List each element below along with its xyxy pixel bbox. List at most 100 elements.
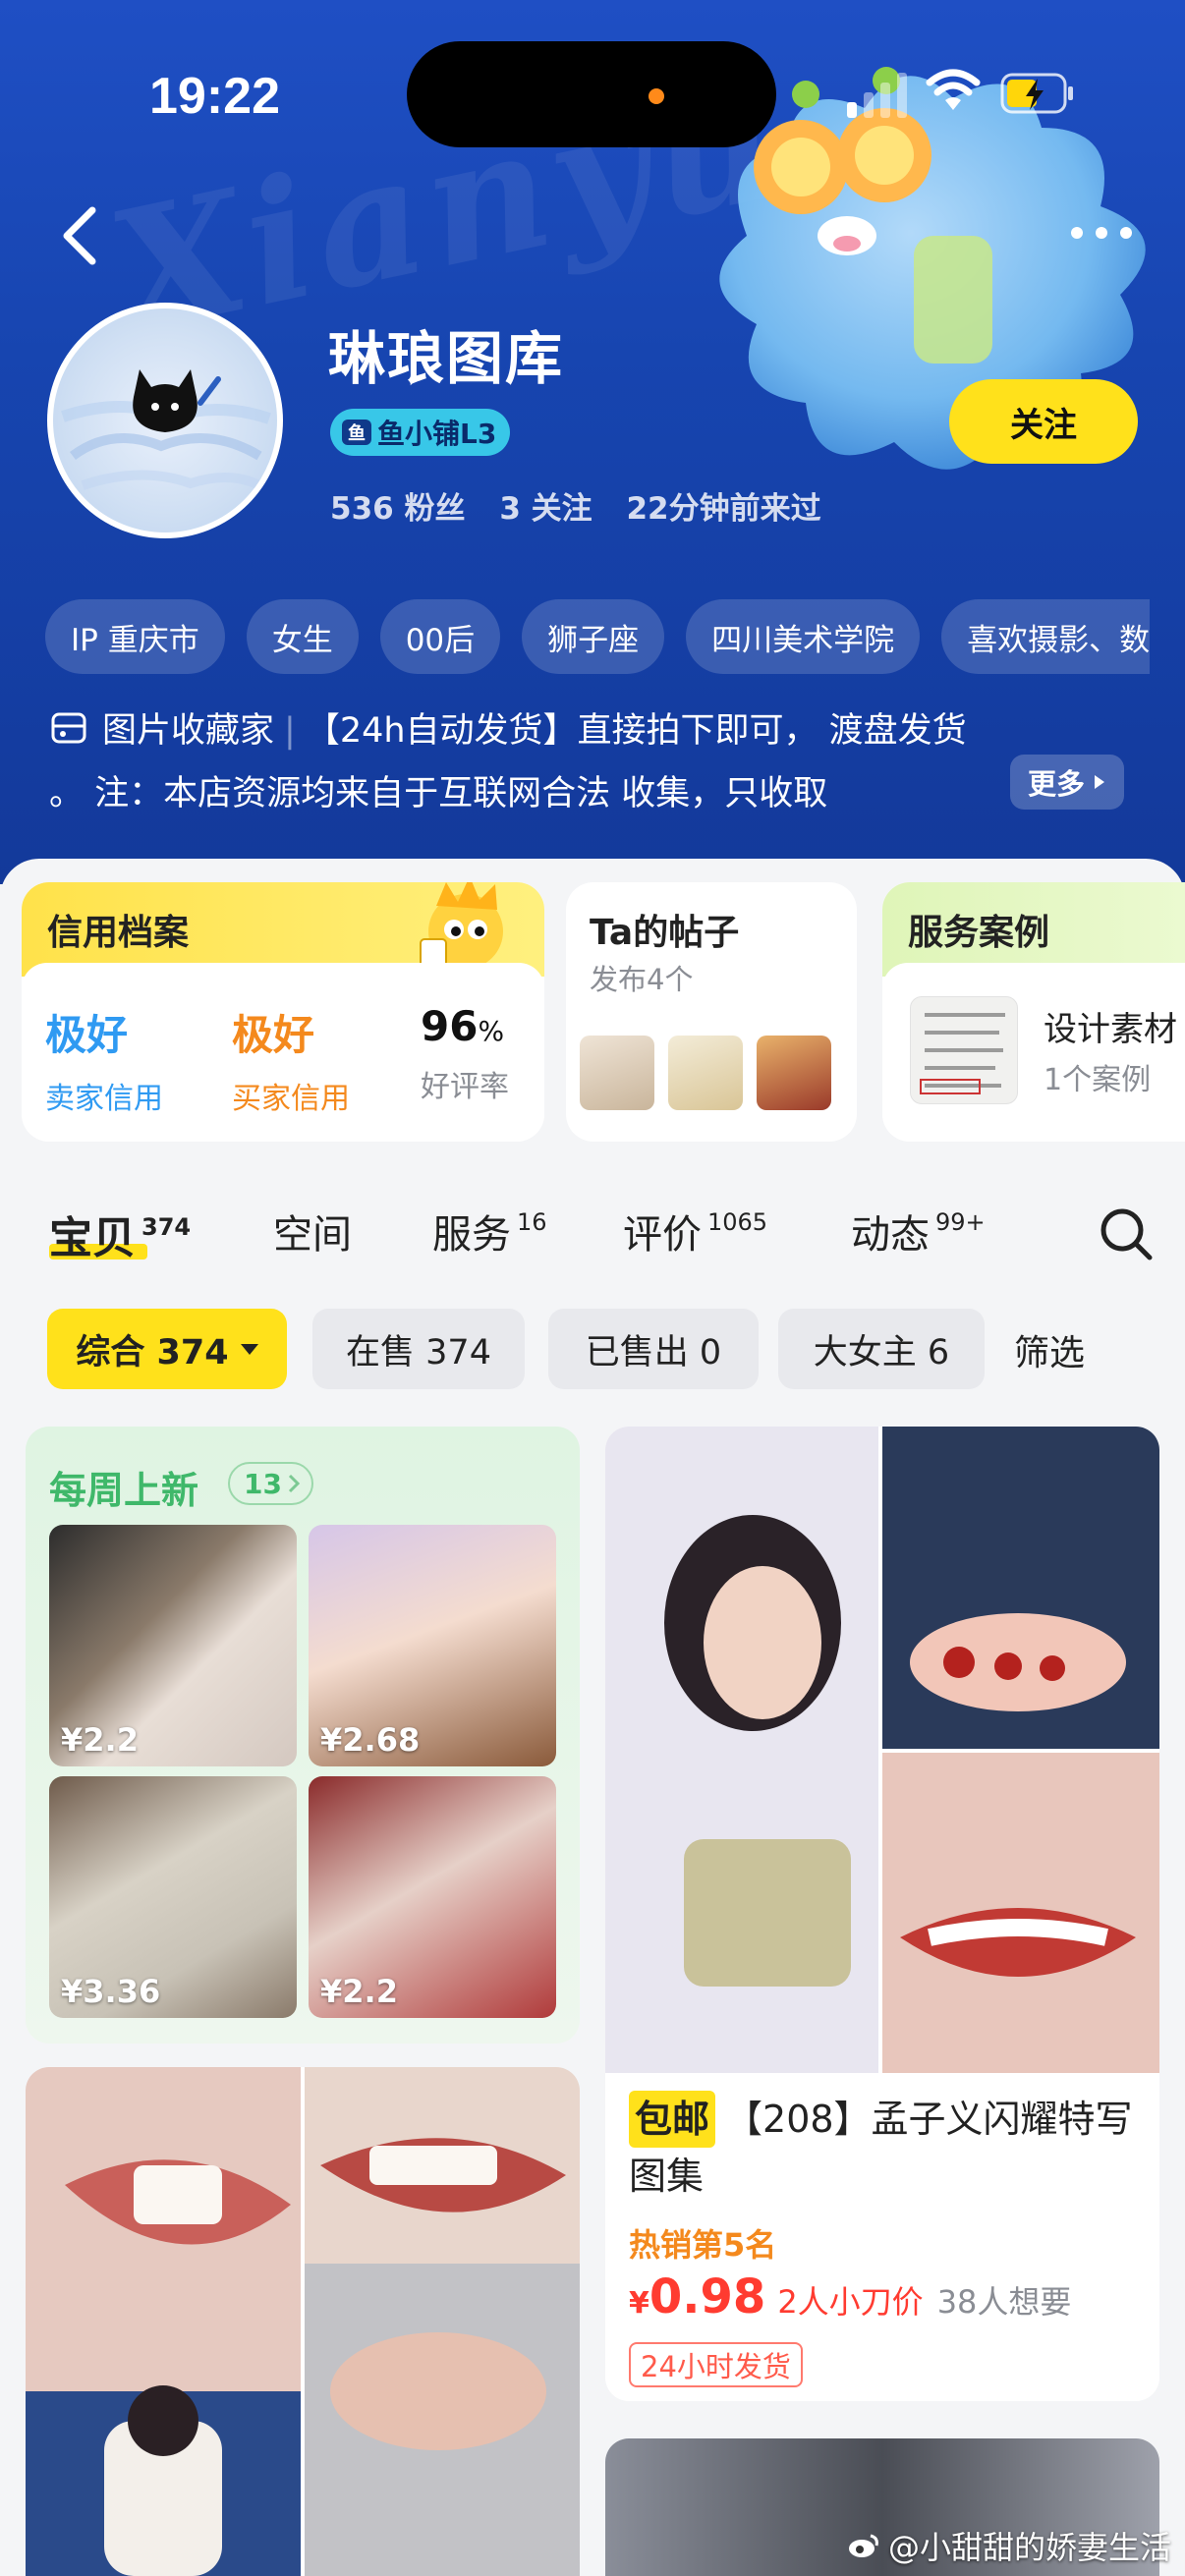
shipping-badge: 24小时发货 bbox=[629, 2342, 803, 2387]
filter-chip-sold[interactable]: 已售出 0 bbox=[548, 1309, 759, 1389]
weekly-count-badge[interactable]: 13 bbox=[228, 1462, 313, 1505]
document-icon bbox=[920, 1013, 1005, 1094]
last-visit: 22分钟前来过 bbox=[626, 491, 821, 527]
filter-button[interactable]: 筛选 bbox=[1014, 1324, 1085, 1375]
case-title: 服务案例 bbox=[908, 913, 1050, 953]
weekly-item[interactable]: ¥3.36 bbox=[49, 1776, 297, 2018]
following-count[interactable]: 3 关注 bbox=[499, 491, 592, 527]
intro-title: 图片收藏家 bbox=[102, 711, 275, 751]
shop-stats: 536 粉丝 3 关注 22分钟前来过 bbox=[330, 483, 845, 528]
item-price: ¥2.2 bbox=[320, 1973, 398, 2010]
hot-rank: 热销第5名 bbox=[629, 2226, 777, 2264]
product-image bbox=[605, 1427, 1159, 2073]
tag-hobby: 喜欢摄影、数 bbox=[941, 599, 1151, 674]
level-label: 鱼小铺L3 bbox=[377, 418, 497, 450]
tag-ip: IP 重庆市 bbox=[45, 599, 225, 674]
weibo-watermark: @小甜甜的娇妻生活 bbox=[847, 2523, 1171, 2568]
case-thumbnail bbox=[910, 996, 1018, 1104]
intro-text-1: 【24h自动发货】直接拍下即可， 渡盘发货 bbox=[305, 711, 967, 751]
tag-gender: 女生 bbox=[246, 599, 359, 674]
dynamic-island bbox=[407, 41, 776, 147]
more-label: 更多 bbox=[1028, 767, 1086, 801]
seller-credit-value: 极好 bbox=[45, 1011, 129, 1059]
tab-items[interactable]: 宝贝 374 bbox=[49, 1203, 191, 1265]
weekly-title: 每周上新 bbox=[49, 1469, 199, 1512]
rating-unit: % bbox=[478, 1015, 505, 1047]
buyer-credit: 极好 买家信用 bbox=[232, 1002, 350, 1117]
item-price: ¥2.2 bbox=[61, 1721, 139, 1759]
want-count: 38人想要 bbox=[936, 2283, 1072, 2321]
follow-button[interactable]: 关注 bbox=[949, 379, 1138, 464]
mascot-peek-icon bbox=[420, 882, 503, 970]
weibo-logo-icon bbox=[849, 2534, 878, 2557]
status-time: 19:22 bbox=[149, 68, 280, 125]
bargain-label: 2人小刀价 bbox=[777, 2283, 924, 2321]
profile-tags: IP 重庆市 女生 00后 狮子座 四川美术学院 喜欢摄影、数 bbox=[45, 599, 1185, 674]
case-item-count: 1个案例 bbox=[1044, 1063, 1152, 1097]
info-cards-row: 信用档案 极好 卖家信用 极好 买家信用 96% 好评率 Ta的帖子 发布4个 bbox=[22, 882, 1185, 1144]
weekly-new-card[interactable]: 每周上新 13 ¥2.2 ¥2.68 ¥3.36 ¥2.2 bbox=[26, 1427, 580, 2044]
shop-header: Xianyu 19:22 琳琅图库 鱼 鱼小铺L3 536 粉丝 3 关注 22… bbox=[0, 0, 1185, 884]
intro-line-1: 图片收藏家 | 【24h自动发货】直接拍下即可， 渡盘发货 bbox=[49, 700, 1140, 762]
more-dots-icon[interactable] bbox=[1067, 218, 1136, 248]
seller-credit-label: 卖家信用 bbox=[45, 1082, 163, 1116]
filter-chip-category[interactable]: 大女主 6 bbox=[778, 1309, 985, 1389]
buyer-credit-value: 极好 bbox=[232, 1011, 315, 1059]
product-card[interactable]: 包邮 【208】孟子义闪耀特写图集 热销第5名 ¥0.98 2人小刀价 38人想要 2… bbox=[605, 1427, 1159, 2401]
credit-card[interactable]: 信用档案 极好 卖家信用 极好 买家信用 96% 好评率 bbox=[22, 882, 544, 1142]
triangle-right-icon bbox=[1095, 775, 1105, 789]
rating-value: 96 bbox=[421, 1002, 479, 1050]
status-bar: 19:22 bbox=[0, 0, 1185, 187]
tag-school: 四川美术学院 bbox=[686, 599, 921, 674]
collector-icon bbox=[51, 712, 86, 744]
post-thumbnail[interactable] bbox=[668, 1036, 743, 1110]
item-price: ¥2.68 bbox=[320, 1721, 421, 1759]
weekly-item[interactable]: ¥2.2 bbox=[49, 1525, 297, 1766]
shop-tabs: 宝贝 374 空间 服务 16 评价 1065 动态 99+ bbox=[0, 1179, 1185, 1287]
chevron-right-icon bbox=[288, 1474, 300, 1493]
positive-rating: 96% 好评率 bbox=[421, 1002, 509, 1105]
posts-card[interactable]: Ta的帖子 发布4个 bbox=[566, 882, 857, 1142]
fans-count[interactable]: 536 粉丝 bbox=[330, 491, 466, 527]
product-price: ¥0.98 2人小刀价 38人想要 bbox=[629, 2269, 1072, 2324]
shop-name: 琳琅图库 bbox=[328, 325, 565, 392]
product-card-partial[interactable] bbox=[26, 2067, 580, 2576]
weekly-item[interactable]: ¥2.2 bbox=[309, 1776, 556, 2018]
tab-space[interactable]: 空间 bbox=[273, 1203, 352, 1260]
intro-more-button[interactable]: 更多 bbox=[1010, 755, 1125, 810]
privacy-dot bbox=[649, 88, 664, 104]
search-icon[interactable] bbox=[1097, 1204, 1156, 1263]
tab-activity[interactable]: 动态 99+ bbox=[851, 1203, 986, 1260]
filter-chip-on-sale[interactable]: 在售 374 bbox=[312, 1309, 525, 1389]
post-thumbnail[interactable] bbox=[580, 1036, 654, 1110]
caret-down-icon bbox=[240, 1343, 258, 1355]
signal-icon bbox=[847, 73, 907, 118]
tab-services[interactable]: 服务 16 bbox=[432, 1203, 547, 1260]
tag-zodiac: 狮子座 bbox=[522, 599, 665, 674]
posts-title: Ta的帖子 bbox=[590, 913, 740, 953]
weekly-item[interactable]: ¥2.68 bbox=[309, 1525, 556, 1766]
credit-title: 信用档案 bbox=[47, 913, 190, 953]
wifi-icon bbox=[926, 69, 981, 110]
black-cat-icon bbox=[61, 369, 271, 490]
posts-count: 发布4个 bbox=[590, 963, 694, 996]
case-item-name: 设计素材 bbox=[1044, 1010, 1177, 1049]
fish-shop-icon: 鱼 bbox=[342, 420, 371, 445]
filter-chip-all[interactable]: 综合 374 bbox=[47, 1309, 287, 1389]
seller-credit: 极好 卖家信用 bbox=[45, 1002, 163, 1117]
service-cases-card[interactable]: 服务案例 设计素材 1个案例 bbox=[882, 882, 1185, 1142]
tag-age: 00后 bbox=[379, 599, 501, 674]
item-price: ¥3.36 bbox=[61, 1973, 161, 2010]
buyer-credit-label: 买家信用 bbox=[232, 1082, 350, 1116]
free-shipping-tag: 包邮 bbox=[629, 2091, 716, 2148]
battery-icon bbox=[1000, 73, 1073, 114]
post-thumbnail[interactable] bbox=[757, 1036, 831, 1110]
shop-intro: 图片收藏家 | 【24h自动发货】直接拍下即可， 渡盘发货 。 注：本店资源均来自于… bbox=[49, 700, 1140, 825]
tab-reviews[interactable]: 评价 1065 bbox=[623, 1203, 767, 1260]
product-title: 包邮 【208】孟子义闪耀特写图集 bbox=[629, 2091, 1140, 2205]
back-arrow-icon[interactable] bbox=[53, 196, 112, 275]
rating-label: 好评率 bbox=[421, 1070, 509, 1104]
intro-line-2: 。 注：本店资源均来自于互联网合法 收集，只收取 bbox=[49, 774, 828, 813]
shop-avatar[interactable] bbox=[47, 303, 283, 538]
shop-level-badge[interactable]: 鱼 鱼小铺L3 bbox=[330, 409, 511, 456]
